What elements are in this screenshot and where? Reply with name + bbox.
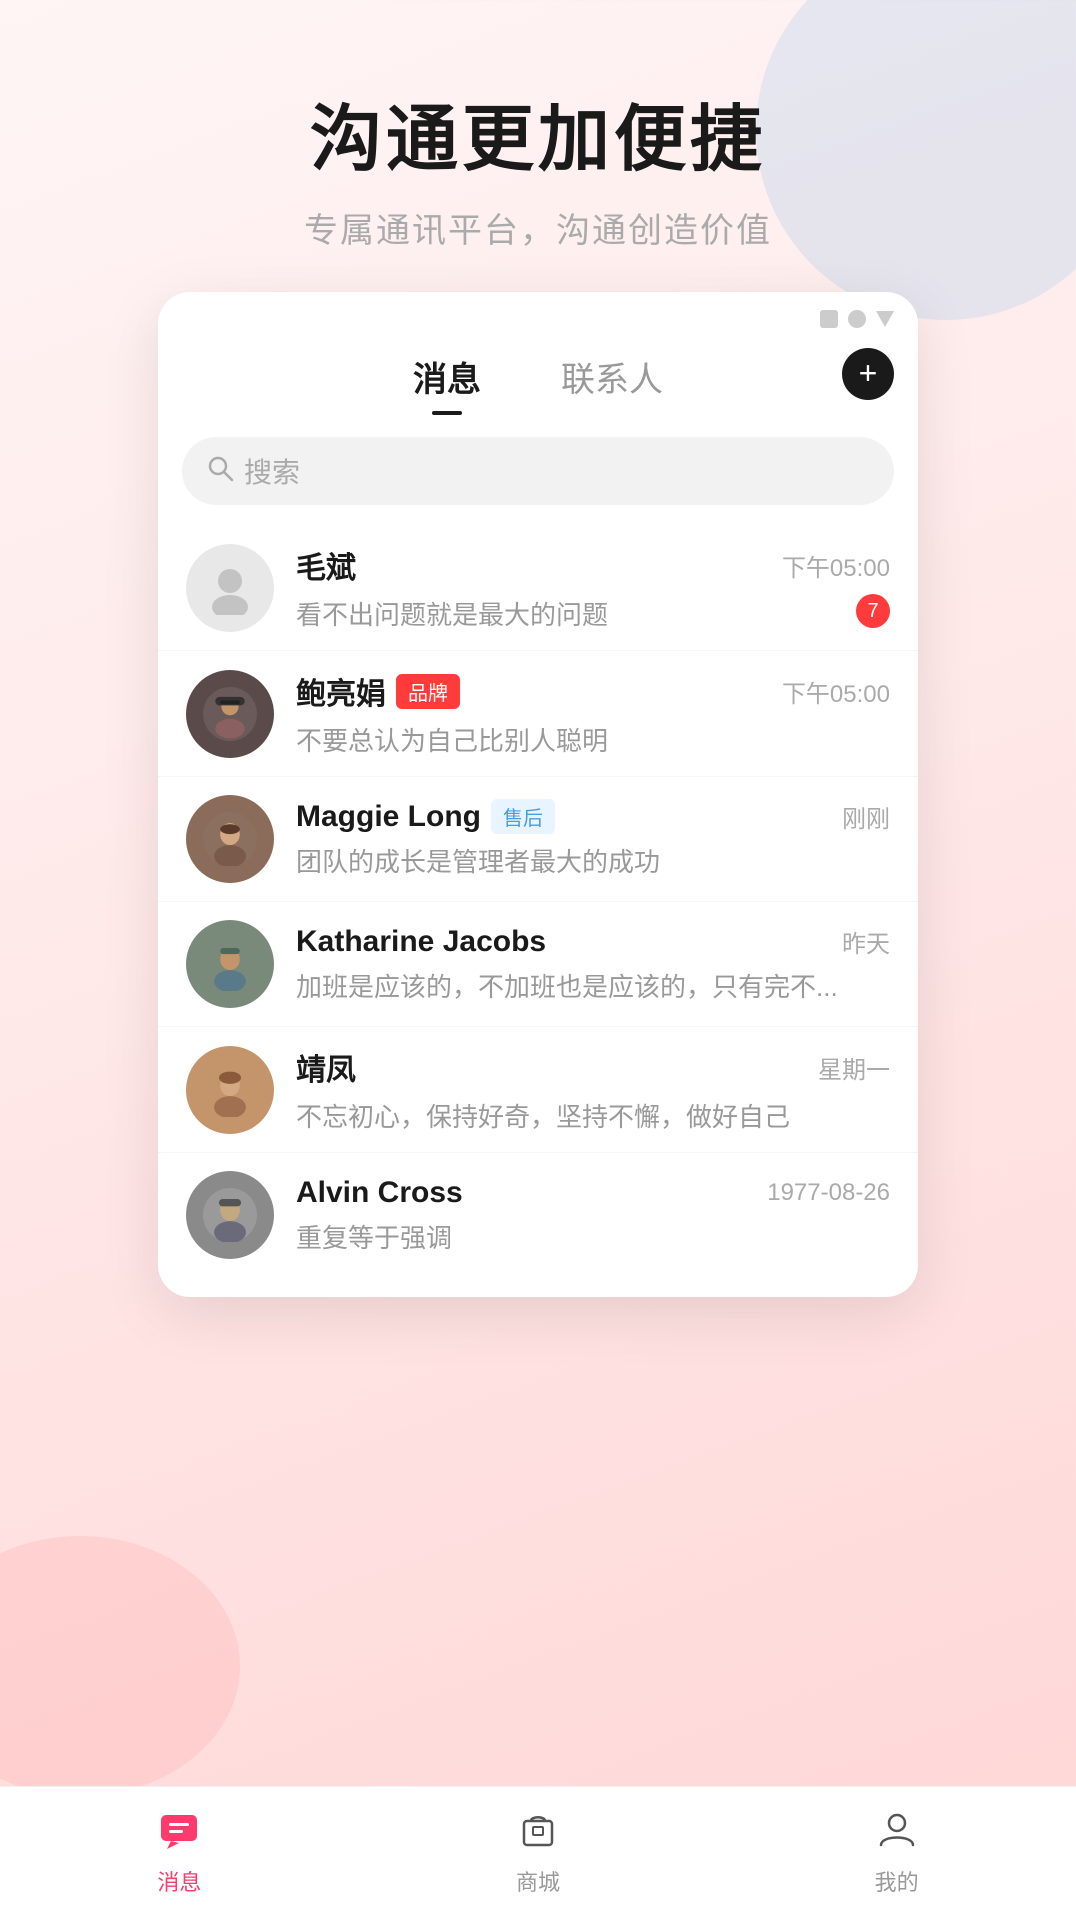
chat-time-maggie: 刚刚 [842,799,890,834]
bottom-nav: 消息 商城 我的 [0,1786,1076,1916]
tab-bar: 消息 联系人 + [158,328,918,415]
chat-name-jing: 靖凤 [296,1045,356,1089]
chat-top-jing: 靖凤 星期一 [296,1045,890,1089]
search-icon [206,454,234,489]
app-card: 消息 联系人 + 搜索 [158,292,918,1297]
chat-item-jing[interactable]: 靖凤 星期一 不忘初心，保持好奇，坚持不懈，做好自己 [158,1027,918,1153]
avatar-mao-bin [186,544,274,632]
chat-name-alvin: Alvin Cross [296,1176,463,1210]
avatar-katharine [186,920,274,1008]
chat-time-bao: 下午05:00 [782,674,890,709]
window-control-square [820,310,838,328]
chat-top-katharine: Katharine Jacobs 昨天 [296,924,890,959]
chat-preview-katharine: 加班是应该的，不加班也是应该的，只有完不... [296,967,890,1004]
avatar-jing [186,1046,274,1134]
search-bar[interactable]: 搜索 [182,437,894,505]
search-placeholder: 搜索 [244,451,300,491]
tab-messages[interactable]: 消息 [373,352,521,415]
chat-content-bao: 鲍亮娟 品牌 下午05:00 不要总认为自己比别人聪明 [296,669,890,758]
nav-label-shop: 商城 [516,1865,560,1897]
nav-item-me[interactable]: 我的 [875,1807,919,1897]
chat-content-maggie: Maggie Long 售后 刚刚 团队的成长是管理者最大的成功 [296,799,890,879]
avatar-bao [186,670,274,758]
chat-top-maggie: Maggie Long 售后 刚刚 [296,799,890,834]
window-control-triangle [876,311,894,327]
chat-preview-mao-bin: 看不出问题就是最大的问题 [296,595,890,632]
chat-name-katharine: Katharine Jacobs [296,925,546,959]
chat-top-alvin: Alvin Cross 1977-08-26 [296,1176,890,1210]
chat-content-alvin: Alvin Cross 1977-08-26 重复等于强调 [296,1176,890,1255]
shop-icon [516,1807,560,1859]
chat-time-jing: 星期一 [818,1050,890,1085]
person-icon [875,1807,919,1859]
chat-top-bao: 鲍亮娟 品牌 下午05:00 [296,669,890,713]
chat-list: 毛斌 下午05:00 看不出问题就是最大的问题 7 [158,515,918,1297]
chat-preview-jing: 不忘初心，保持好奇，坚持不懈，做好自己 [296,1097,890,1134]
chat-preview-alvin: 重复等于强调 [296,1218,890,1255]
chat-item-bao[interactable]: 鲍亮娟 品牌 下午05:00 不要总认为自己比别人聪明 [158,651,918,777]
chat-name-bao: 鲍亮娟 品牌 [296,669,460,713]
chat-preview-maggie: 团队的成长是管理者最大的成功 [296,842,890,879]
chat-time-mao-bin: 下午05:00 [782,548,890,583]
chat-name-mao-bin: 毛斌 [296,543,356,587]
nav-item-messages[interactable]: 消息 [157,1807,201,1897]
tag-after-sale-maggie: 售后 [491,799,555,834]
chat-name-maggie: Maggie Long 售后 [296,799,555,834]
nav-label-messages: 消息 [157,1865,201,1897]
nav-label-me: 我的 [875,1865,919,1897]
chat-content-jing: 靖凤 星期一 不忘初心，保持好奇，坚持不懈，做好自己 [296,1045,890,1134]
chat-item-katharine[interactable]: Katharine Jacobs 昨天 加班是应该的，不加班也是应该的，只有完不… [158,902,918,1027]
chat-item-mao-bin[interactable]: 毛斌 下午05:00 看不出问题就是最大的问题 7 [158,525,918,651]
avatar-alvin [186,1171,274,1259]
tab-contacts[interactable]: 联系人 [521,352,703,415]
chat-item-alvin[interactable]: Alvin Cross 1977-08-26 重复等于强调 [158,1153,918,1277]
window-controls [158,292,918,328]
chat-preview-bao: 不要总认为自己比别人聪明 [296,721,890,758]
chat-item-maggie[interactable]: Maggie Long 售后 刚刚 团队的成长是管理者最大的成功 [158,777,918,902]
sub-title: 专属通讯平台，沟通创造价值 [304,203,772,252]
chat-time-katharine: 昨天 [842,924,890,959]
chat-time-alvin: 1977-08-26 [767,1179,890,1207]
chat-content-katharine: Katharine Jacobs 昨天 加班是应该的，不加班也是应该的，只有完不… [296,924,890,1004]
nav-item-shop[interactable]: 商城 [516,1807,560,1897]
main-title: 沟通更加便捷 [304,80,772,185]
window-control-circle [848,310,866,328]
avatar-maggie [186,795,274,883]
page-wrapper: 沟通更加便捷 专属通讯平台，沟通创造价值 消息 联系人 + [0,0,1076,1916]
messages-icon [157,1807,201,1859]
chat-content-mao-bin: 毛斌 下午05:00 看不出问题就是最大的问题 [296,543,890,632]
badge-mao-bin: 7 [856,594,890,628]
add-button[interactable]: + [842,348,894,400]
chat-top-mao-bin: 毛斌 下午05:00 [296,543,890,587]
header-section: 沟通更加便捷 专属通讯平台，沟通创造价值 [304,0,772,252]
tag-brand-bao: 品牌 [396,674,460,709]
